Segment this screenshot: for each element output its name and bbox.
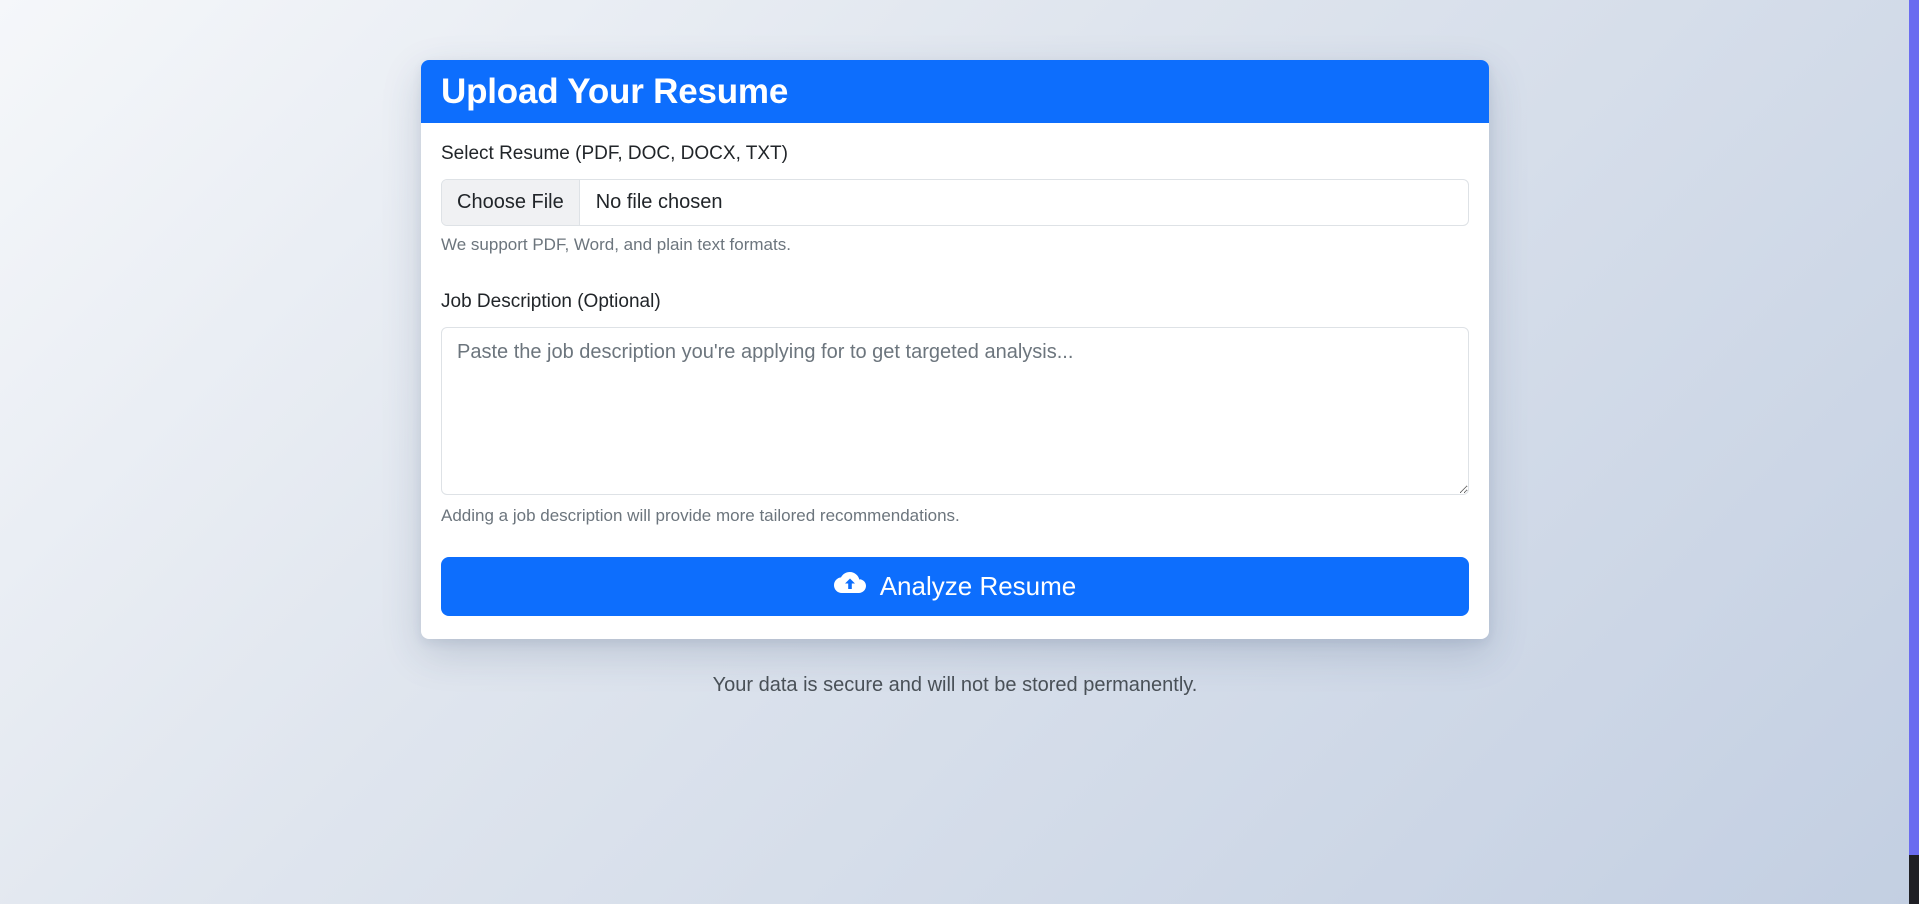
resume-help-text: We support PDF, Word, and plain text for…	[441, 235, 791, 254]
scrollbar-track[interactable]	[1909, 0, 1919, 904]
scrollbar-thumb[interactable]	[1909, 0, 1919, 855]
job-description-label: Job Description (Optional)	[441, 291, 661, 312]
job-description-group: Job Description (Optional) Adding a job …	[441, 291, 1469, 526]
file-status-text: No file chosen	[595, 191, 723, 213]
choose-file-button[interactable]: Choose File	[442, 180, 580, 225]
job-description-help-text: Adding a job description will provide mo…	[441, 506, 960, 525]
upload-card: Upload Your Resume Select Resume (PDF, D…	[421, 60, 1489, 639]
analyze-button-label: Analyze Resume	[879, 571, 1077, 601]
security-note: Your data is secure and will not be stor…	[712, 674, 1198, 696]
cloud-upload-icon	[833, 570, 866, 603]
card-header: Upload Your Resume	[421, 60, 1489, 123]
job-description-textarea[interactable]	[441, 327, 1469, 495]
card-title: Upload Your Resume	[441, 71, 789, 111]
upload-form: Select Resume (PDF, DOC, DOCX, TXT) Choo…	[421, 123, 1489, 616]
analyze-resume-button[interactable]: Analyze Resume	[441, 557, 1469, 616]
resume-file-label: Select Resume (PDF, DOC, DOCX, TXT)	[441, 143, 788, 164]
resume-file-input[interactable]: Choose File No file chosen	[441, 179, 1469, 226]
